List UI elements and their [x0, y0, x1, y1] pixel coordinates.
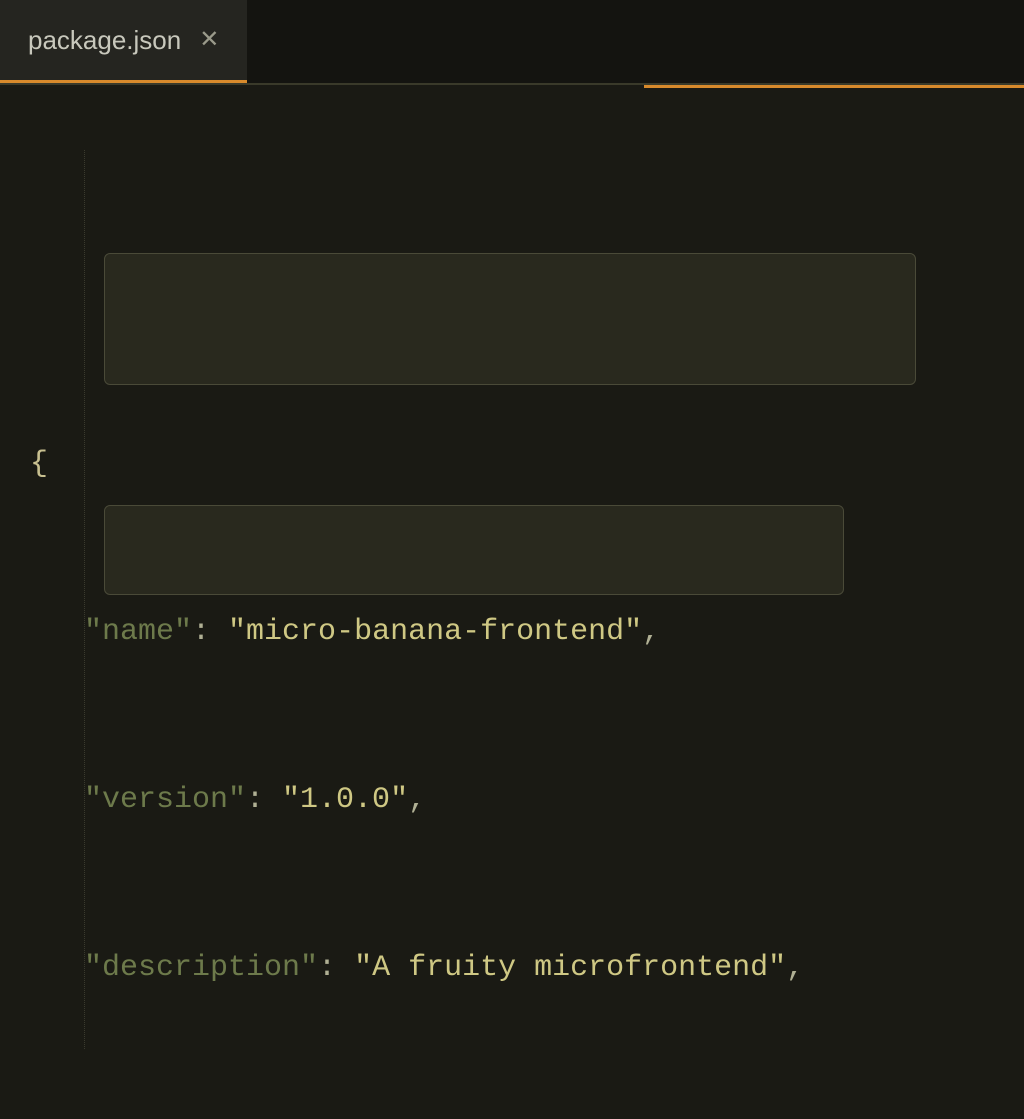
tab-package-json[interactable]: package.json ✕: [0, 0, 247, 83]
tab-filename: package.json: [28, 25, 181, 56]
tab-accent-line: [644, 85, 1024, 88]
code-line: {: [0, 443, 1024, 485]
highlight-dependencies: [104, 253, 916, 385]
code-line: "main": "index.js",: [0, 1115, 1024, 1119]
indent-guide: [84, 150, 85, 1049]
code-line: "name": "micro-banana-frontend",: [0, 611, 1024, 653]
highlight-devdependencies: [104, 505, 844, 595]
tab-bar: package.json ✕: [0, 0, 1024, 85]
brace-open: {: [30, 447, 48, 481]
close-icon[interactable]: ✕: [199, 28, 219, 52]
code-editor[interactable]: { "name": "micro-banana-frontend", "vers…: [0, 85, 1024, 1119]
code-line: "version": "1.0.0",: [0, 779, 1024, 821]
code-line: "description": "A fruity microfrontend",: [0, 947, 1024, 989]
